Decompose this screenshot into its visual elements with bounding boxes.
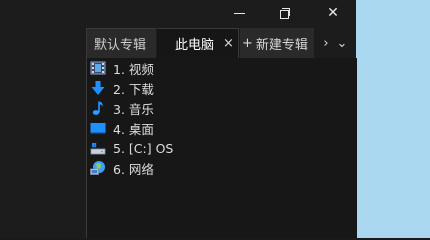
close-icon: ✕ — [327, 5, 339, 21]
drive-icon — [89, 139, 107, 157]
minimize-button[interactable] — [216, 0, 262, 26]
list-item-label: 2. 下载 — [113, 81, 154, 97]
list-item-label: 3. 音乐 — [113, 101, 154, 117]
tab-label: 此电脑 — [175, 38, 215, 53]
list-item-label: 1. 视频 — [113, 61, 154, 77]
close-button[interactable]: ✕ — [310, 0, 356, 26]
restore-button[interactable] — [262, 0, 308, 26]
list-item-label: 5. [C:] OS — [113, 140, 174, 156]
download-icon — [89, 79, 107, 97]
minimize-icon — [233, 12, 245, 14]
list-item-network[interactable]: 6. 网络 — [89, 158, 154, 178]
title-bar[interactable]: ✕ — [0, 0, 356, 26]
tab-list-dropdown-icon[interactable]: ⌄ — [334, 28, 350, 58]
list-item-download[interactable]: 2. 下载 — [89, 78, 154, 98]
tab-new-album[interactable]: + 新建专辑 — [240, 28, 314, 58]
screen: ✕ 默认专辑 此电脑 × + 新建专辑 › ⌄ 1. 视频 2. 下载 3. 音… — [0, 0, 430, 238]
tab-label: 默认专辑 — [94, 38, 147, 53]
tab-label: 新建专辑 — [255, 37, 308, 53]
video-icon — [89, 59, 107, 77]
folder-list: 1. 视频 2. 下载 3. 音乐 4. 桌面 5. [C:] OS 6. 网络 — [86, 58, 357, 238]
tab-default-album[interactable]: 默认专辑 — [86, 28, 156, 58]
tab-scroll-right-icon[interactable]: › — [318, 28, 334, 58]
tab-bar: 默认专辑 此电脑 × + 新建专辑 › ⌄ — [0, 28, 356, 58]
music-icon — [89, 99, 107, 117]
tab-close-icon[interactable]: × — [223, 36, 234, 51]
desktop-icon — [89, 119, 107, 137]
list-item-label: 4. 桌面 — [113, 121, 154, 137]
desktop-background — [356, 0, 430, 238]
list-item-label: 6. 网络 — [113, 161, 154, 177]
network-icon — [89, 159, 107, 177]
plus-icon: + — [242, 35, 253, 51]
explorer-window: ✕ 默认专辑 此电脑 × + 新建专辑 › ⌄ 1. 视频 2. 下载 3. 音… — [0, 0, 357, 238]
list-item-desktop[interactable]: 4. 桌面 — [89, 118, 154, 138]
list-item-drive-c[interactable]: 5. [C:] OS — [89, 138, 173, 158]
tab-this-pc[interactable]: 此电脑 × — [157, 28, 239, 58]
list-item-music[interactable]: 3. 音乐 — [89, 98, 154, 118]
restore-icon — [280, 8, 290, 19]
list-item-video[interactable]: 1. 视频 — [89, 58, 154, 78]
